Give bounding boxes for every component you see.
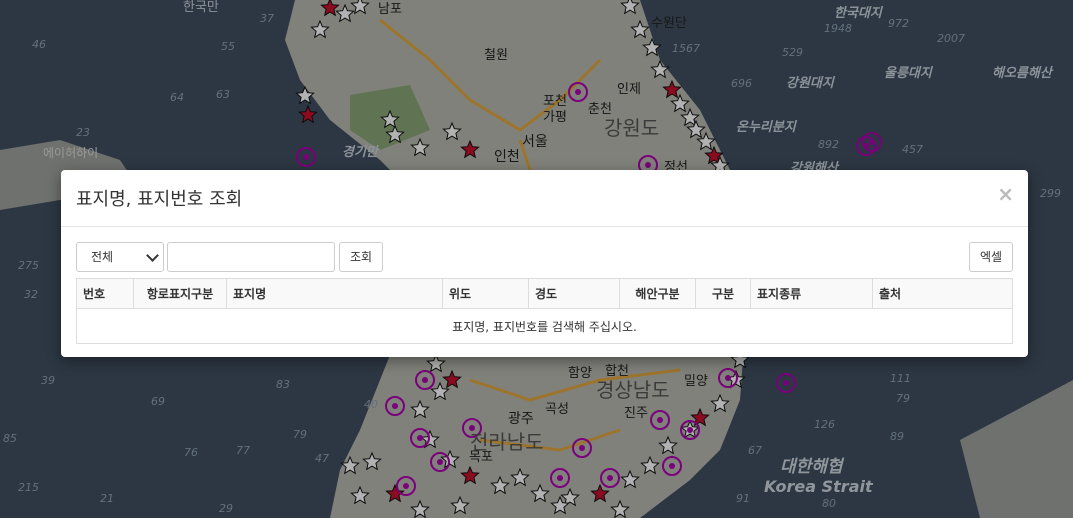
column-header[interactable]: 번호 [76,278,134,309]
chevron-down-icon [146,249,159,262]
search-button[interactable]: 조회 [339,242,383,272]
results-table: 번호 항로표지구분 표지명 위도 경도 해안구분 구분 표지종류 출처 표지명,… [76,278,1013,344]
modal-title: 표지명, 표지번호 조회 [76,189,243,210]
column-header[interactable]: 항로표지구분 [133,278,227,309]
search-input[interactable] [167,242,335,272]
column-header[interactable]: 구분 [695,278,751,309]
empty-message: 표지명, 표지번호를 검색해 주십시오. [76,308,1013,344]
column-header[interactable]: 표지명 [226,278,443,309]
column-header[interactable]: 위도 [442,278,529,309]
column-header[interactable]: 표지종류 [750,278,873,309]
close-icon[interactable]: × [997,182,1014,206]
column-header[interactable]: 경도 [528,278,620,309]
filter-select-value: 전체 [91,250,114,264]
filter-select[interactable]: 전체 [76,242,164,272]
search-modal: 표지명, 표지번호 조회 × 전체 조회 엑셀 번호 항로표지구분 표지명 위도… [61,170,1028,357]
column-header[interactable]: 해안구분 [619,278,696,309]
search-toolbar: 전체 조회 엑셀 [76,242,1013,272]
excel-button[interactable]: 엑셀 [969,242,1013,272]
table-header-row: 번호 항로표지구분 표지명 위도 경도 해안구분 구분 표지종류 출처 [76,278,1013,309]
table-row: 표지명, 표지번호를 검색해 주십시오. [76,308,1013,344]
modal-header: 표지명, 표지번호 조회 × [61,170,1028,227]
column-header[interactable]: 출처 [872,278,1013,309]
